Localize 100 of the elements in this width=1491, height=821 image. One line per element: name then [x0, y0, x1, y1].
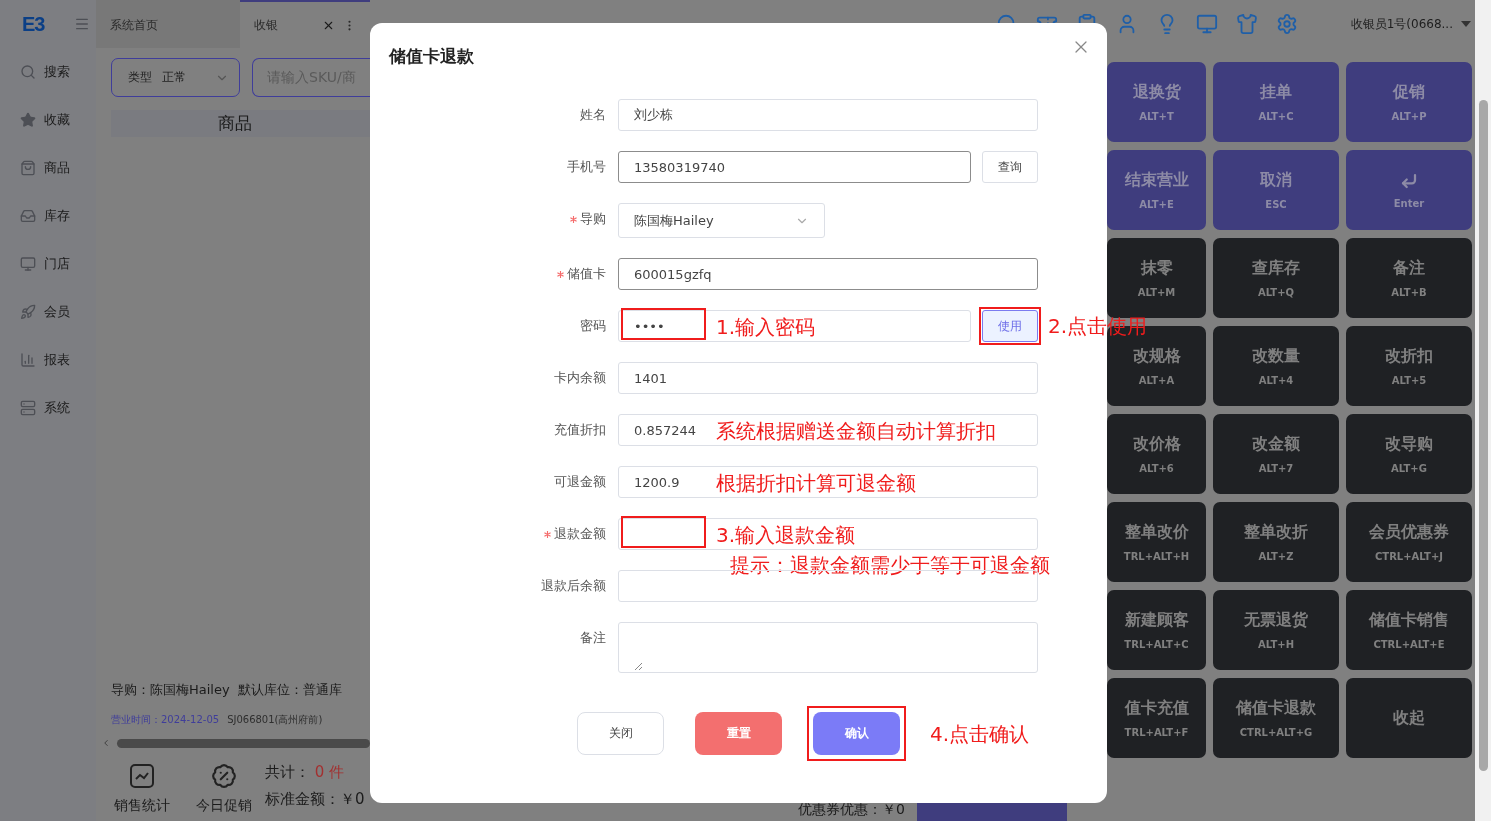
- rocket-icon: [20, 304, 36, 320]
- sidebar-item[interactable]: 搜索: [0, 48, 96, 96]
- field-label: 姓名: [580, 106, 606, 124]
- shortcut-button[interactable]: 改导购 ALT+G: [1346, 414, 1472, 494]
- resize-handle-icon[interactable]: [634, 662, 642, 670]
- shortcut-button[interactable]: 结束营业 ALT+E: [1107, 150, 1206, 230]
- dialog-button[interactable]: 重置: [695, 712, 782, 755]
- server-icon: [20, 400, 36, 416]
- monitor-icon[interactable]: [1195, 13, 1218, 35]
- shortcut-button[interactable]: 查库存 ALT+Q: [1213, 238, 1339, 318]
- shortcut-button[interactable]: 储值卡退款 CTRL+ALT+G: [1213, 678, 1339, 758]
- store-text: SJ066801(高州府前): [227, 713, 323, 727]
- shirt-icon[interactable]: [1235, 13, 1258, 35]
- dialog-title: 储值卡退款: [389, 45, 474, 68]
- menu-icon[interactable]: [74, 16, 91, 32]
- monitor-icon: [20, 256, 36, 272]
- remark-field[interactable]: [618, 622, 1038, 673]
- enter-icon: [1400, 171, 1418, 190]
- sidebar-item[interactable]: 商品: [0, 144, 96, 192]
- shortcut-button[interactable]: 整单改价 TRL+ALT+H: [1107, 502, 1206, 582]
- field-label: 储值卡: [567, 265, 606, 283]
- guide-select[interactable]: 陈国梅Hailey: [618, 203, 825, 238]
- shortcut-button[interactable]: 无票退货 ALT+H: [1213, 590, 1339, 670]
- chart-icon: [129, 763, 155, 789]
- shortcut-button[interactable]: Enter: [1346, 150, 1472, 230]
- scrollbar[interactable]: [1475, 0, 1491, 821]
- bag-icon: [20, 160, 36, 176]
- input-field[interactable]: 13580319740: [618, 151, 971, 183]
- scroll-left-icon[interactable]: [101, 738, 111, 748]
- tab[interactable]: 系统首页: [96, 0, 240, 48]
- dialog-button[interactable]: 确认: [813, 712, 900, 755]
- chart-icon: [20, 352, 36, 368]
- shortcut-button[interactable]: 改金额 ALT+7: [1213, 414, 1339, 494]
- shortcut-button[interactable]: 改价格 ALT+6: [1107, 414, 1206, 494]
- sidebar-item[interactable]: 系统: [0, 384, 96, 432]
- type-select[interactable]: 类型 正常: [111, 58, 240, 97]
- sidebar-item[interactable]: 门店: [0, 240, 96, 288]
- shortcut-button[interactable]: 整单改折 ALT+Z: [1213, 502, 1339, 582]
- sidebar-item[interactable]: 会员: [0, 288, 96, 336]
- sidebar-label: 系统: [44, 399, 70, 417]
- shortcut-button[interactable]: 挂单 ALT+C: [1213, 62, 1339, 142]
- shortcut-button[interactable]: 值卡充值 TRL+ALT+F: [1107, 678, 1206, 758]
- shortcut-button[interactable]: 会员优惠券 CTRL+ALT+J: [1346, 502, 1472, 582]
- column-header: 商品: [111, 110, 370, 137]
- percent-badge-icon: [211, 763, 237, 789]
- shortcut-button[interactable]: 改数量 ALT+4: [1213, 326, 1339, 406]
- field-label: 充值折扣: [554, 421, 606, 439]
- guide-text: 导购：陈国梅Hailey: [111, 681, 230, 699]
- highlight-frame: [979, 307, 1041, 345]
- sidebar-label: 库存: [44, 207, 70, 225]
- field-label: 可退金额: [554, 473, 606, 491]
- footer-action[interactable]: 销售统计: [101, 763, 183, 815]
- field-label: 备注: [580, 629, 606, 647]
- shortcut-button[interactable]: 备注 ALT+B: [1346, 238, 1472, 318]
- sidebar-item[interactable]: 库存: [0, 192, 96, 240]
- sidebar-item[interactable]: 报表: [0, 336, 96, 384]
- input-field[interactable]: 600015gzfq: [618, 258, 1038, 290]
- shortcut-button[interactable]: 取消 ESC: [1213, 150, 1339, 230]
- total-label: 共计：: [265, 763, 310, 781]
- coupon-amount: 优惠券优惠：￥0: [798, 801, 905, 819]
- annotation: 3.输入退款金额: [716, 524, 856, 546]
- input-field[interactable]: [618, 518, 1038, 550]
- dialog-button[interactable]: 关闭: [577, 712, 664, 755]
- field-label: 退款后余额: [541, 577, 606, 595]
- field-button[interactable]: 查询: [982, 151, 1038, 183]
- field-label: 导购: [580, 210, 606, 228]
- shortcut-button[interactable]: 收起: [1346, 678, 1472, 758]
- sidebar-label: 门店: [44, 255, 70, 273]
- star-icon: [20, 112, 36, 128]
- search-icon: [20, 64, 36, 80]
- total-count: 0 件: [314, 763, 345, 781]
- annotation: 根据折扣计算可退金额: [716, 472, 916, 494]
- shortcut-button[interactable]: 改折扣 ALT+5: [1346, 326, 1472, 406]
- annotation: 1.输入密码: [716, 316, 816, 338]
- input-field[interactable]: 1401: [618, 362, 1038, 394]
- input-field[interactable]: 刘少栋: [618, 99, 1038, 131]
- scrollbar-thumb[interactable]: [117, 738, 370, 748]
- sidebar-label: 商品: [44, 159, 70, 177]
- sidebar-label: 报表: [44, 351, 70, 369]
- field-label: 卡内余额: [554, 369, 606, 387]
- footer-action[interactable]: 今日促销: [183, 763, 265, 815]
- location-text: 默认库位：普通库: [237, 681, 342, 699]
- field-button[interactable]: 使用: [982, 310, 1038, 342]
- shortcut-button[interactable]: 促销 ALT+P: [1346, 62, 1472, 142]
- sidebar-label: 收藏: [44, 111, 70, 129]
- shortcut-button[interactable]: 抹零 ALT+M: [1107, 238, 1206, 318]
- shortcut-button[interactable]: 储值卡销售 CTRL+ALT+E: [1346, 590, 1472, 670]
- shortcut-button[interactable]: 退换货 ALT+T: [1107, 62, 1206, 142]
- user-name: 收银员1号(0668...: [1350, 15, 1453, 33]
- annotation: 系统根据赠送金额自动计算折扣: [716, 420, 996, 442]
- settings-icon[interactable]: [1275, 13, 1298, 35]
- field-label: 密码: [580, 317, 606, 335]
- standard-amount: 标准金额：￥0: [265, 790, 365, 809]
- caret-icon[interactable]: [1461, 21, 1471, 27]
- sidebar-label: 搜索: [44, 63, 70, 81]
- sidebar-label: 会员: [44, 303, 70, 321]
- logo: E3: [22, 12, 45, 36]
- shortcut-button[interactable]: 新建顾客 TRL+ALT+C: [1107, 590, 1206, 670]
- sidebar-item[interactable]: 收藏: [0, 96, 96, 144]
- field-label: 手机号: [567, 158, 606, 176]
